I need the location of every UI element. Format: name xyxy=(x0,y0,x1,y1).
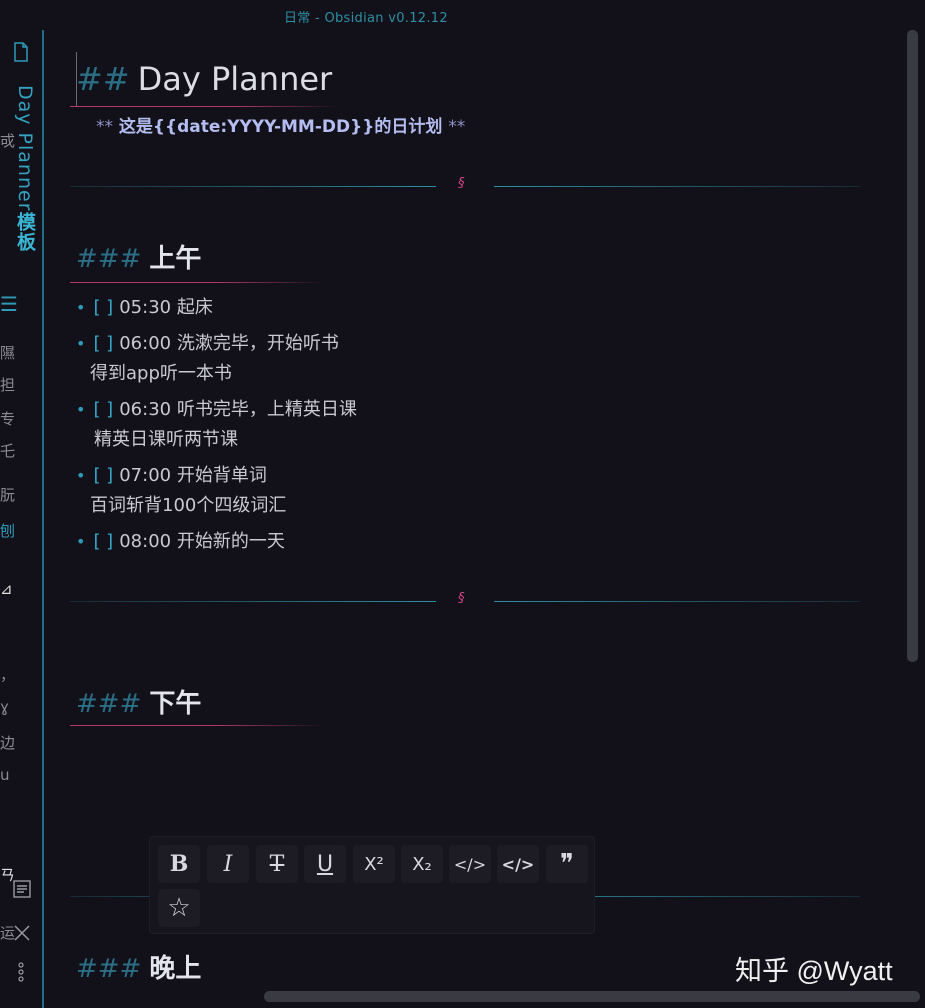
bullet-icon: • xyxy=(76,298,86,317)
task-checkbox[interactable]: [ ] xyxy=(93,297,113,318)
horizontal-scrollbar[interactable] xyxy=(264,991,920,1002)
task-note[interactable]: 精英日课听两节课 xyxy=(94,425,238,451)
sidebar-title-latin: Day Planner xyxy=(14,85,36,212)
task-note[interactable]: 百词斩背100个四级词汇 xyxy=(90,491,286,517)
task-item[interactable]: • [ ] 06:30 听书完毕，上精英日课 xyxy=(76,395,357,421)
format-toolbar: B I T U X² X₂ </> </> ❞ ☆ xyxy=(149,836,595,934)
heading-underline xyxy=(70,106,340,107)
heading-text: Day Planner xyxy=(137,60,333,98)
heading-underline xyxy=(70,282,326,283)
strikethrough-icon: T xyxy=(269,851,285,877)
task-text: 07:00 开始背单词 xyxy=(119,465,267,486)
horizontal-rule: § xyxy=(70,176,860,194)
bullet-icon: • xyxy=(76,466,86,485)
sidebar-fragment: 戓 xyxy=(0,132,16,150)
underline-button[interactable]: U xyxy=(304,845,346,883)
subtitle-text: 这是{{date:YYYY-MM-DD}}的日计划 xyxy=(118,117,443,137)
task-item[interactable]: • [ ] 05:30 起床 xyxy=(76,293,213,319)
bullet-icon: • xyxy=(76,400,86,419)
bullet-icon: • xyxy=(76,334,86,353)
sidebar-fragment: 担 xyxy=(0,376,16,394)
heading-hash-marks: ### xyxy=(76,244,142,274)
subtitle-line[interactable]: ** 这是{{date:YYYY-MM-DD}}的日计划 ** xyxy=(96,112,465,137)
sidebar-title-cjk: 模板 xyxy=(14,211,36,252)
sidebar-fragment: 朊 xyxy=(0,486,16,504)
star-button[interactable]: ☆ xyxy=(158,889,200,927)
bold-marker: ** xyxy=(448,117,466,137)
subscript-icon: X₂ xyxy=(412,853,432,875)
heading-hash-marks: ## xyxy=(76,60,130,98)
task-text: 08:00 开始新的一天 xyxy=(119,531,285,552)
sidebar-fragment: 边 xyxy=(0,734,16,752)
bold-marker: ** xyxy=(96,117,113,137)
bold-icon: B xyxy=(169,851,189,877)
italic-icon: I xyxy=(223,851,233,877)
vertical-scrollbar[interactable] xyxy=(907,30,918,662)
separator-symbol: § xyxy=(458,176,465,191)
heading-evening[interactable]: ### 晚上 xyxy=(76,948,201,985)
task-checkbox[interactable]: [ ] xyxy=(93,465,113,486)
horizontal-rule: § xyxy=(70,591,860,609)
sidebar-vertical-title[interactable]: Day Planner模板 xyxy=(12,85,39,252)
heading-text: 上午 xyxy=(149,244,202,274)
sidebar-fragment: u xyxy=(0,766,10,784)
heading-morning[interactable]: ### 上午 xyxy=(76,238,201,275)
sidebar-fragment: ⊿ xyxy=(0,580,13,598)
more-options-icon[interactable] xyxy=(17,962,25,986)
heading-afternoon[interactable]: ### 下午 xyxy=(76,683,201,720)
sidebar-fragment: 刨 xyxy=(0,522,16,540)
heading-text: 下午 xyxy=(149,689,202,719)
bold-button[interactable]: B xyxy=(158,845,200,883)
close-icon[interactable] xyxy=(13,924,31,946)
task-checkbox[interactable]: [ ] xyxy=(93,333,113,354)
task-note[interactable]: 得到app听一本书 xyxy=(90,359,232,385)
quote-icon: ❞ xyxy=(560,849,574,879)
task-item[interactable]: • [ ] 08:00 开始新的一天 xyxy=(76,527,285,553)
code-block-button[interactable]: </> xyxy=(497,845,539,883)
window-title: 日常 - Obsidian v0.12.12 xyxy=(284,11,448,26)
strikethrough-button[interactable]: T xyxy=(256,845,298,883)
task-text: 06:30 听书完毕，上精英日课 xyxy=(119,399,357,420)
bullet-icon: • xyxy=(76,532,86,551)
heading-underline xyxy=(70,725,326,726)
inline-code-button[interactable]: </> xyxy=(449,845,491,883)
task-checkbox[interactable]: [ ] xyxy=(93,531,113,552)
superscript-icon: X² xyxy=(364,853,384,875)
superscript-button[interactable]: X² xyxy=(353,845,395,883)
blockquote-button[interactable]: ❞ xyxy=(546,845,588,883)
heading-hash-marks: ### xyxy=(76,954,142,984)
sidebar-fragment: ɣ xyxy=(0,698,9,716)
code-block-icon: </> xyxy=(501,854,535,874)
separator-symbol: § xyxy=(458,591,465,606)
task-item[interactable]: • [ ] 07:00 开始背单词 xyxy=(76,461,267,487)
reading-view-icon[interactable] xyxy=(13,880,31,902)
file-icon[interactable] xyxy=(13,42,29,66)
sidebar-fragment: 专 xyxy=(0,410,16,428)
task-item[interactable]: • [ ] 06:00 洗漱完毕，开始听书 xyxy=(76,329,339,355)
left-sidebar: Day Planner模板 戓 ☰ 隰 担 专 乇 朊 刨 ⊿ ， ɣ 边 u … xyxy=(0,30,44,1008)
star-icon: ☆ xyxy=(167,893,191,923)
task-text: 05:30 起床 xyxy=(119,297,213,318)
list-icon: ☰ xyxy=(0,292,18,316)
underline-icon: U xyxy=(316,851,334,877)
task-checkbox[interactable]: [ ] xyxy=(93,399,113,420)
task-text: 06:00 洗漱完毕，开始听书 xyxy=(119,333,339,354)
subscript-button[interactable]: X₂ xyxy=(401,845,443,883)
watermark: 知乎 @Wyatt xyxy=(735,956,893,986)
sidebar-fragment: 隰 xyxy=(0,344,16,362)
sidebar-fragment: ， xyxy=(0,666,16,684)
heading-text: 晚上 xyxy=(149,954,202,984)
heading-hash-marks: ### xyxy=(76,689,142,719)
sidebar-fragment: 乇 xyxy=(0,442,16,460)
italic-button[interactable]: I xyxy=(207,845,249,883)
window-titlebar: 日常 - Obsidian v0.12.12 xyxy=(0,0,925,30)
inline-code-icon: </> xyxy=(453,854,487,874)
heading-day-planner[interactable]: ## Day Planner xyxy=(76,60,332,98)
